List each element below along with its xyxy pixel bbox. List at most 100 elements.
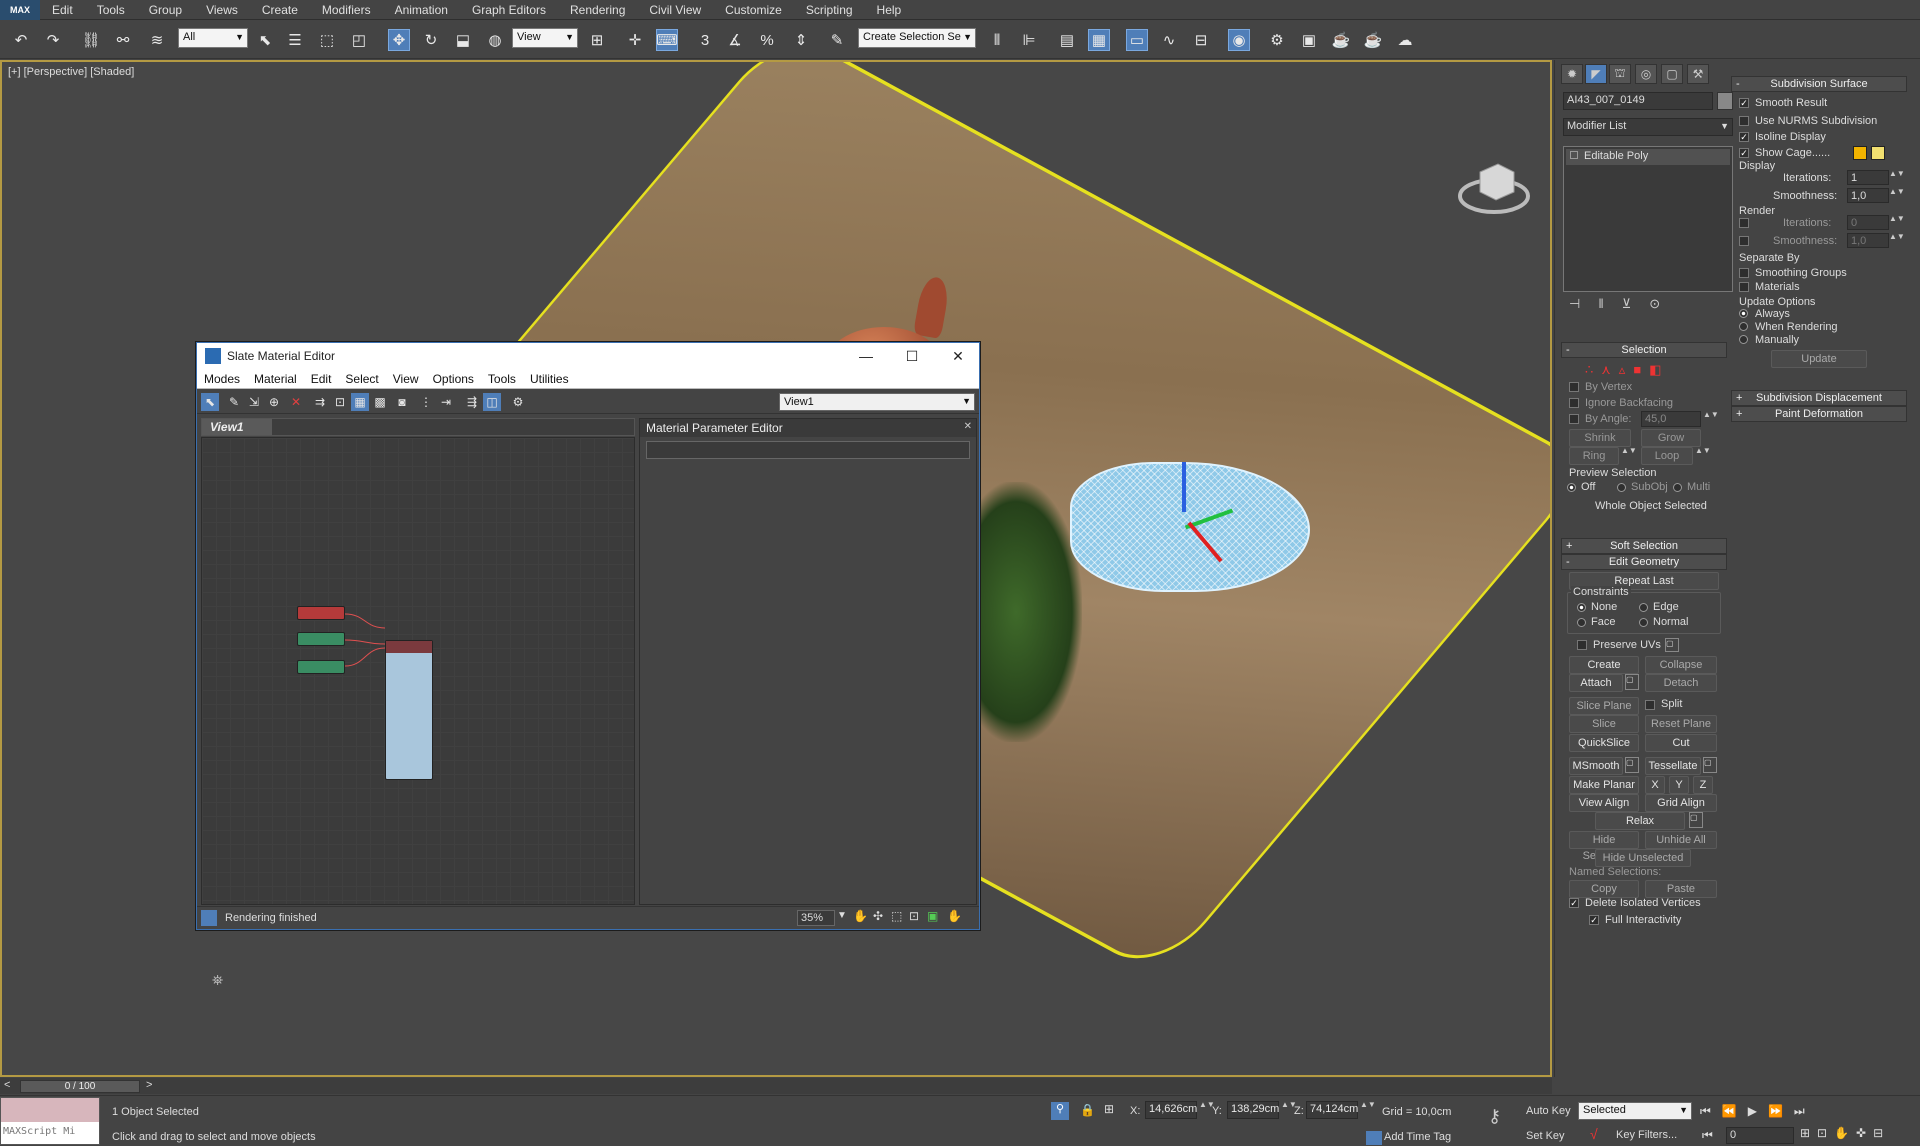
bitmap-node[interactable] [297,632,345,646]
zoom-extents-selected-icon[interactable]: ▣ [927,909,938,923]
msmooth-settings-icon[interactable]: ▢ [1625,757,1639,773]
cut-button[interactable]: Cut [1645,734,1717,752]
render-smoothness-spinner[interactable]: ▲▼ [1889,233,1905,249]
app-logo[interactable]: MAX [0,0,40,20]
hide-unused-slots-icon[interactable]: ⊡ [331,393,349,411]
zoom-dropdown-icon[interactable]: ▼ [837,910,847,921]
render-setup-icon[interactable]: ⚙ [1266,29,1288,51]
set-key-icon[interactable]: ⚷ [1488,1106,1501,1127]
subobject-level-icons[interactable]: ∴⋏▵■◧ [1585,362,1669,378]
z-coordinate-field[interactable]: 74,124cm [1306,1101,1358,1119]
percent-snap-icon[interactable]: % [756,29,778,51]
auto-key-button[interactable]: Auto Key [1526,1105,1571,1117]
by-angle-spinner[interactable]: ▲▼ [1703,411,1719,427]
rendered-frame-window-icon[interactable]: ▣ [1298,29,1320,51]
delete-icon[interactable]: ✕ [287,393,305,411]
parameter-editor-icon[interactable]: ◫ [483,393,501,411]
slate-menu-options[interactable]: Options [426,372,481,386]
preview-icon[interactable]: ◙ [393,393,411,411]
select-move-icon[interactable]: ✥ [388,29,410,51]
mirror-icon[interactable]: ⫴ [986,29,1008,51]
maxscript-listener[interactable]: MAXScript Mi [0,1097,100,1145]
move-children-icon[interactable]: ⇉ [311,393,329,411]
material-map-navigator-icon[interactable]: ⇶ [463,393,481,411]
create-button[interactable]: Create [1569,656,1639,674]
viewport-nav-controls[interactable]: ⊞⊡✋✜⊟ [1800,1126,1916,1144]
loop-button[interactable]: Loop [1641,447,1693,465]
playback-controls[interactable]: ⏮⏪▶⏩⏭ [1700,1104,1916,1122]
shrink-button[interactable]: Shrink [1569,429,1631,447]
menu-animation[interactable]: Animation [383,0,460,20]
slate-title-bar[interactable]: Slate Material Editor — ☐ ✕ [197,343,979,369]
move-gizmo-z-axis[interactable] [1182,462,1186,512]
time-next-icon[interactable]: > [146,1079,152,1091]
show-map-in-viewport-icon[interactable]: ▦ [351,393,369,411]
render-iterations-checkbox[interactable] [1739,218,1749,228]
slice-plane-button[interactable]: Slice Plane [1569,697,1639,715]
redo-icon[interactable]: ↷ [42,29,64,51]
select-scale-icon[interactable]: ⬓ [452,29,474,51]
smoothing-groups-checkbox[interactable] [1739,268,1749,278]
display-iterations-field[interactable]: 1 [1847,170,1889,185]
select-by-name-icon[interactable]: ☰ [284,29,306,51]
navigator-binoculars-icon[interactable]: ⛯ [212,972,223,989]
viewcube-icon[interactable] [1458,158,1530,218]
slice-button[interactable]: Slice [1569,715,1639,733]
show-cage-checkbox[interactable]: ✓ [1739,148,1749,158]
maxscript-input[interactable]: MAXScript Mi [1,1122,99,1144]
snaps-toggle-icon[interactable]: 3 [694,29,716,51]
constraint-normal-radio[interactable] [1639,618,1648,627]
by-angle-field[interactable]: 45,0 [1641,411,1701,427]
slate-menu-material[interactable]: Material [247,372,304,386]
make-planar-x-button[interactable]: X [1645,776,1665,794]
attach-button[interactable]: Attach [1569,674,1623,692]
constraint-face-radio[interactable] [1577,618,1586,627]
align-icon[interactable]: ⊫ [1018,29,1040,51]
hide-unselected-button[interactable]: Hide Unselected [1595,849,1691,867]
viewport-label[interactable]: [+] [Perspective] [Shaded] [8,66,134,78]
cage-color-1-swatch[interactable] [1853,146,1867,160]
maximize-icon[interactable]: ☐ [889,343,935,369]
relax-settings-icon[interactable]: ▢ [1689,812,1703,828]
isoline-display-checkbox[interactable]: ✓ [1739,132,1749,142]
by-angle-checkbox[interactable] [1569,414,1579,424]
set-key-button[interactable]: Set Key [1526,1130,1565,1142]
full-interactivity-checkbox[interactable]: ✓ [1589,915,1599,925]
tessellate-button[interactable]: Tessellate [1645,757,1701,775]
attach-list-icon[interactable]: ▢ [1625,674,1639,690]
mpe-close-icon[interactable]: ✕ [964,421,972,432]
render-smoothness-field[interactable]: 1,0 [1847,233,1889,248]
pivot-center-icon[interactable]: ⊞ [586,29,608,51]
relax-button[interactable]: Relax [1595,812,1685,830]
make-planar-z-button[interactable]: Z [1693,776,1713,794]
by-vertex-checkbox[interactable] [1569,382,1579,392]
show-background-icon[interactable]: ▩ [371,393,389,411]
soft-selection-rollout-header[interactable]: + Soft Selection [1561,538,1727,554]
slate-menu-select[interactable]: Select [338,372,385,386]
material-editor-icon[interactable]: ◉ [1228,29,1250,51]
toggle-ribbon-icon[interactable]: ▭ [1126,29,1148,51]
pick-material-icon[interactable]: ✎ [225,393,243,411]
display-smoothness-field[interactable]: 1,0 [1847,188,1889,203]
object-color-swatch[interactable] [1717,92,1733,110]
make-planar-button[interactable]: Make Planar [1569,776,1639,794]
window-crossing-icon[interactable]: ◰ [348,29,370,51]
key-mode-select[interactable]: Selected ▼ [1578,1102,1692,1120]
slate-menu-utilities[interactable]: Utilities [523,372,576,386]
display-smoothness-spinner[interactable]: ▲▼ [1889,188,1905,204]
menu-create[interactable]: Create [250,0,310,20]
view-align-button[interactable]: View Align [1569,794,1639,812]
y-spinner[interactable]: ▲▼ [1281,1101,1297,1117]
menu-tools[interactable]: Tools [85,0,137,20]
ring-button[interactable]: Ring [1569,447,1619,465]
render-iterative-icon[interactable]: ☕ [1362,29,1384,51]
materials-checkbox[interactable] [1739,282,1749,292]
object-name-field[interactable]: AI43_007_0149 [1563,92,1713,110]
create-tab-icon[interactable]: ✹ [1561,64,1583,84]
select-place-icon[interactable]: ◍ [484,29,506,51]
time-slider[interactable]: 0 / 100 [20,1080,140,1093]
select-object-icon[interactable]: ⬉ [254,29,276,51]
edit-named-selection-icon[interactable]: ✎ [826,29,848,51]
render-cloud-icon[interactable]: ☁ [1394,29,1416,51]
reset-plane-button[interactable]: Reset Plane [1645,715,1717,733]
